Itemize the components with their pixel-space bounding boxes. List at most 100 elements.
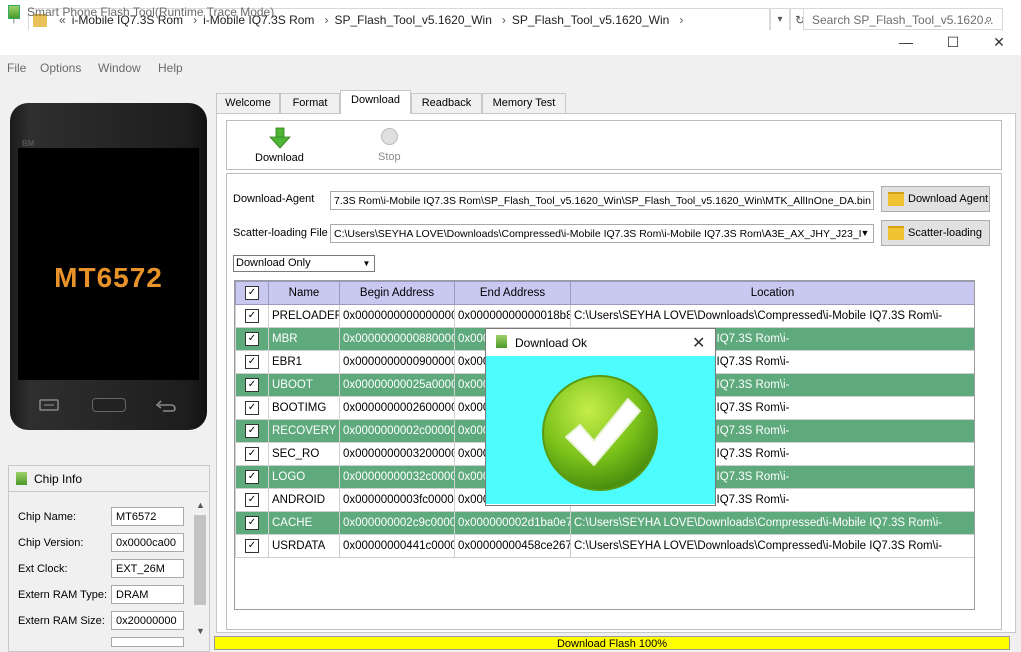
table-row[interactable]: ✓ CACHE 0x000000002c9c0000 0x000000002d1ba0… — [235, 511, 974, 535]
begin-address: 0x0000000003200000 — [339, 442, 455, 466]
partition-name: LOGO — [268, 465, 340, 489]
download-mode-select[interactable]: Download Only ▼ — [233, 255, 375, 272]
checkbox-checked-icon[interactable]: ✓ — [245, 378, 259, 392]
download-button[interactable]: Download — [255, 152, 304, 164]
partition-name: MBR — [268, 327, 340, 351]
location[interactable]: C:\Users\SEYHA LOVE\Downloads\Compressed… — [570, 304, 974, 328]
menu-file[interactable]: File — [7, 61, 26, 75]
window-title: Smart Phone Flash Tool(Runtime Trace Mod… — [27, 5, 275, 19]
stop-button[interactable]: Stop — [378, 151, 401, 163]
begin-address: 0x0000000002600000 — [339, 396, 455, 420]
checkbox-checked-icon[interactable]: ✓ — [245, 493, 259, 507]
minimize-button[interactable]: — — [883, 30, 929, 55]
chip-info-partial-field — [111, 637, 184, 647]
row-checkbox[interactable]: ✓ — [235, 488, 269, 512]
ram-type-label: Extern RAM Type: — [18, 589, 108, 601]
name-header[interactable]: Name — [268, 281, 340, 305]
search-input[interactable]: Search SP_Flash_Tool_v5.1620... — [803, 8, 1003, 30]
breadcrumb-item[interactable]: SP_Flash_Tool_v5.1620_Win — [512, 13, 669, 27]
scroll-up-icon[interactable]: ▲ — [196, 500, 205, 510]
dialog-title: Download Ok — [515, 336, 588, 350]
phone-home-icon — [92, 398, 126, 412]
title-bar — [0, 30, 1021, 55]
stop-icon[interactable] — [381, 128, 398, 145]
download-agent-button[interactable]: Download Agent — [881, 186, 990, 212]
action-toolbar — [226, 120, 1002, 170]
menu-help[interactable]: Help — [158, 61, 183, 75]
chip-version-label: Chip Version: — [18, 537, 84, 549]
begin-address: 0x0000000000880000 — [339, 327, 455, 351]
select-all-header[interactable]: ✓ — [235, 281, 269, 305]
checkbox-checked-icon[interactable]: ✓ — [245, 516, 259, 530]
row-checkbox[interactable]: ✓ — [235, 534, 269, 558]
menu-window[interactable]: Window — [98, 61, 141, 75]
begin-address: 0x00000000025a0000 — [339, 373, 455, 397]
scroll-down-icon[interactable]: ▼ — [196, 626, 205, 636]
partition-name: CACHE — [268, 511, 340, 535]
checkbox-checked-icon[interactable]: ✓ — [245, 539, 259, 553]
begin-address-header[interactable]: Begin Address — [339, 281, 455, 305]
close-button[interactable]: ✕ — [976, 30, 1021, 55]
end-address-header[interactable]: End Address — [454, 281, 571, 305]
tab-download[interactable]: Download — [340, 90, 411, 114]
partition-name: PRELOADER — [268, 304, 340, 328]
location[interactable]: C:\Users\SEYHA LOVE\Downloads\Compressed… — [570, 534, 974, 558]
row-checkbox[interactable]: ✓ — [235, 304, 269, 328]
tab-welcome[interactable]: Welcome — [216, 93, 280, 113]
chevron-right-icon: › — [324, 13, 329, 27]
row-checkbox[interactable]: ✓ — [235, 465, 269, 489]
checkbox-checked-icon[interactable]: ✓ — [245, 332, 259, 346]
status-bar: Download Flash 100% — [214, 636, 1010, 650]
search-icon[interactable]: ⌕ — [985, 11, 992, 27]
row-checkbox[interactable]: ✓ — [235, 511, 269, 535]
maximize-button[interactable]: ☐ — [930, 30, 976, 55]
menu-bar: File Options Window Help — [0, 58, 1021, 78]
chevron-right-icon: › — [679, 13, 684, 27]
partition-name: ANDROID — [268, 488, 340, 512]
breadcrumb-item[interactable]: SP_Flash_Tool_v5.1620_Win — [334, 13, 491, 27]
table-row[interactable]: ✓ PRELOADER 0x0000000000000000 0x0000000000… — [235, 304, 974, 328]
address-dropdown-icon[interactable]: ▾ — [770, 8, 790, 32]
scatter-file-label: Scatter-loading File — [233, 227, 328, 239]
tab-memory-test[interactable]: Memory Test — [482, 93, 566, 113]
phone-back-icon — [155, 400, 176, 412]
checkbox-checked-icon[interactable]: ✓ — [245, 355, 259, 369]
download-arrow-icon[interactable] — [268, 127, 292, 149]
scatter-file-input[interactable]: C:\Users\SEYHA LOVE\Downloads\Compressed… — [330, 224, 874, 243]
location-header[interactable]: Location — [570, 281, 974, 305]
row-checkbox[interactable]: ✓ — [235, 442, 269, 466]
tab-readback[interactable]: Readback — [411, 93, 482, 113]
empty-row — [236, 558, 975, 581]
begin-address: 0x0000000000000000 — [339, 304, 455, 328]
begin-address: 0x0000000000900000 — [339, 350, 455, 374]
row-checkbox[interactable]: ✓ — [235, 350, 269, 374]
menu-options[interactable]: Options — [40, 61, 81, 75]
partition-name: UBOOT — [268, 373, 340, 397]
checkbox-checked-icon[interactable]: ✓ — [245, 470, 259, 484]
scatter-dropdown-icon[interactable]: ▼ — [858, 226, 872, 240]
end-address: 0x00000000458ce267 — [454, 534, 571, 558]
checkbox-checked-icon[interactable]: ✓ — [245, 447, 259, 461]
partition-name: EBR1 — [268, 350, 340, 374]
checkbox-checked-icon[interactable]: ✓ — [245, 286, 259, 300]
empty-row — [236, 580, 975, 602]
download-agent-input[interactable]: 7.3S Rom\i-Mobile IQ7.3S Rom\SP_Flash_To… — [330, 191, 874, 210]
scatter-loading-button[interactable]: Scatter-loading — [881, 220, 990, 246]
row-checkbox[interactable]: ✓ — [235, 396, 269, 420]
scrollbar-thumb[interactable] — [194, 515, 206, 605]
checkbox-checked-icon[interactable]: ✓ — [245, 309, 259, 323]
checkbox-checked-icon[interactable]: ✓ — [245, 401, 259, 415]
row-checkbox[interactable]: ✓ — [235, 327, 269, 351]
folder-icon — [888, 226, 904, 241]
location[interactable]: C:\Users\SEYHA LOVE\Downloads\Compressed… — [570, 511, 974, 535]
table-row[interactable]: ✓ USRDATA 0x00000000441c0000 0x00000000458c… — [235, 534, 974, 558]
ram-size-value: 0x20000000 — [111, 611, 184, 630]
row-checkbox[interactable]: ✓ — [235, 419, 269, 443]
partition-name: SEC_RO — [268, 442, 340, 466]
tab-format[interactable]: Format — [280, 93, 340, 113]
end-address: 0x000000002d1ba0e7 — [454, 511, 571, 535]
checkbox-checked-icon[interactable]: ✓ — [245, 424, 259, 438]
dialog-close-button[interactable]: ✕ — [692, 333, 705, 353]
row-checkbox[interactable]: ✓ — [235, 373, 269, 397]
ext-clock-label: Ext Clock: — [18, 563, 68, 575]
